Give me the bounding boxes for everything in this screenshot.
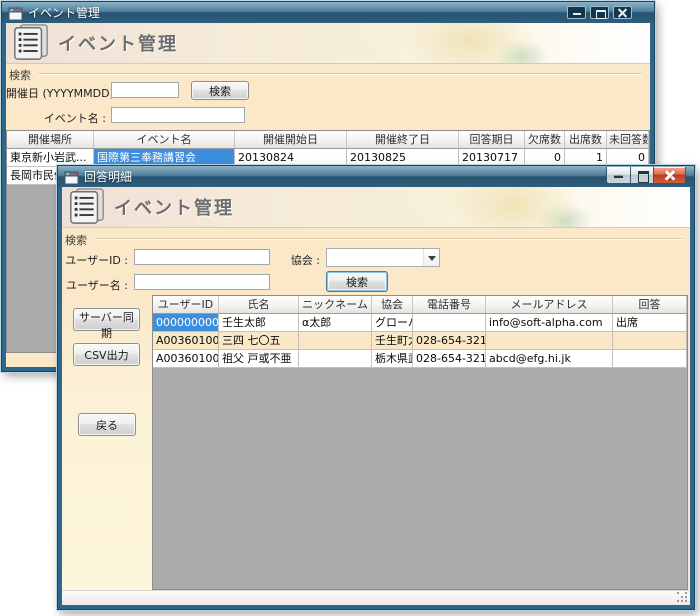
grid-cell[interactable]: 028-654-3210 — [413, 350, 486, 368]
grid-cell[interactable]: α太郎 — [299, 314, 372, 332]
maximize-icon[interactable] — [630, 167, 654, 184]
answer-row: A00360100072 三四 七〇五 壬生町太... 028-654-3210 — [153, 332, 687, 350]
col-header-start-date[interactable]: 開催開始日 — [235, 131, 347, 148]
association-selected-value — [327, 249, 423, 266]
col-header-association[interactable]: 協会 — [372, 296, 413, 313]
grid-cell[interactable] — [486, 332, 613, 350]
front-window-titlebar[interactable]: 回答明細 — [58, 166, 694, 187]
front-window-client: イベント管理 検索 ユーザーID : 協会 : ユーザー名 : 検索 サーバー同… — [62, 187, 690, 605]
user-name-input[interactable] — [134, 274, 270, 290]
event-name-label: イベント名 : — [6, 110, 106, 126]
association-combobox[interactable] — [326, 248, 440, 267]
col-header-no-answer-count[interactable]: 未回答数 — [607, 131, 649, 148]
csv-export-button[interactable]: CSV出力 — [73, 343, 140, 366]
col-header-email[interactable]: メールアドレス — [486, 296, 613, 313]
desktop: イベント管理 イ — [0, 0, 700, 616]
event-name-input[interactable] — [111, 107, 245, 123]
back-button[interactable]: 戻る — [78, 413, 136, 436]
grid-cell[interactable]: 028-654-3210 — [413, 332, 486, 350]
close-icon[interactable] — [613, 6, 632, 19]
minimize-icon[interactable] — [606, 167, 630, 184]
col-header-nickname[interactable]: ニックネーム — [299, 296, 372, 313]
col-header-attend-count[interactable]: 出席数 — [565, 131, 607, 148]
grid-cell[interactable]: 栃木県武... — [372, 350, 413, 368]
grid-cell[interactable]: info@soft-alpha.com — [486, 314, 613, 332]
answers-grid: ユーザーID 氏名 ニックネーム 協会 電話番号 メールアドレス 回答 0000… — [152, 295, 688, 590]
groupbox-line — [38, 73, 642, 75]
grid-cell[interactable] — [613, 332, 687, 350]
search-group-label: 検索 — [65, 232, 87, 248]
user-id-label: ユーザーID : — [62, 252, 128, 268]
search-button[interactable]: 検索 — [191, 81, 249, 100]
chevron-down-icon[interactable] — [423, 249, 439, 266]
col-header-phone[interactable]: 電話番号 — [413, 296, 486, 313]
grid-cell[interactable]: 壬生町太... — [372, 332, 413, 350]
col-header-end-date[interactable]: 開催終了日 — [347, 131, 459, 148]
notebook-list-icon — [12, 23, 50, 65]
col-header-name[interactable]: 氏名 — [219, 296, 299, 313]
server-sync-button[interactable]: サーバー同期 — [73, 308, 140, 331]
grid-cell[interactable]: 出席 — [613, 314, 687, 332]
search-group-label: 検索 — [9, 67, 31, 83]
resize-grip-icon[interactable] — [677, 592, 688, 603]
front-window-title: 回答明細 — [84, 168, 132, 185]
grid-cell[interactable]: A00360100073 — [153, 350, 219, 368]
grid-cell[interactable] — [413, 314, 486, 332]
grid-cell[interactable]: 壬生太郎 — [219, 314, 299, 332]
grid-cell[interactable] — [299, 332, 372, 350]
answer-row: A00360100073 祖父 戸或不亜 栃木県武... 028-654-321… — [153, 350, 687, 368]
user-name-label: ユーザー名 : — [62, 277, 128, 293]
grid-cell[interactable]: グローバル... — [372, 314, 413, 332]
groupbox-line — [96, 238, 682, 240]
col-header-user-id[interactable]: ユーザーID — [153, 296, 219, 313]
page-title: イベント管理 — [114, 194, 234, 220]
col-header-venue[interactable]: 開催場所 — [7, 131, 94, 148]
status-bar — [62, 590, 690, 605]
col-header-reply-due[interactable]: 回答期日 — [459, 131, 525, 148]
maximize-icon[interactable] — [590, 6, 609, 19]
header-banner: イベント管理 — [62, 187, 690, 228]
event-date-input[interactable] — [111, 82, 179, 98]
grid-cell[interactable]: abcd@efg.hi.jk — [486, 350, 613, 368]
notebook-list-icon — [68, 187, 106, 229]
window-form-icon — [8, 6, 23, 20]
back-window-titlebar[interactable]: イベント管理 — [2, 2, 654, 23]
back-window-title: イベント管理 — [28, 4, 100, 21]
col-header-event-name[interactable]: イベント名 — [94, 131, 235, 148]
user-id-input[interactable] — [134, 249, 270, 265]
col-header-answer[interactable]: 回答 — [613, 296, 687, 313]
page-title: イベント管理 — [58, 30, 178, 56]
search-button[interactable]: 検索 — [326, 271, 388, 292]
grid-cell[interactable]: 三四 七〇五 — [219, 332, 299, 350]
grid-cell[interactable]: 祖父 戸或不亜 — [219, 350, 299, 368]
answer-detail-window: 回答明細 イベント管理 — [57, 165, 695, 610]
grid-cell[interactable]: A00360100072 — [153, 332, 219, 350]
col-header-absent-count[interactable]: 欠席数 — [525, 131, 565, 148]
association-label: 協会 : — [258, 252, 320, 268]
grid-cell-selected[interactable]: 000000000001 — [153, 314, 219, 332]
event-date-label: 開催日 (YYYYMMDD) : — [6, 85, 106, 101]
answer-row: 000000000001 壬生太郎 α太郎 グローバル... info@soft… — [153, 314, 687, 332]
close-icon[interactable] — [654, 167, 686, 184]
grid-cell[interactable] — [613, 350, 687, 368]
minimize-icon[interactable] — [567, 6, 586, 19]
window-form-icon — [64, 170, 79, 184]
header-banner: イベント管理 — [6, 23, 650, 64]
grid-cell[interactable] — [299, 350, 372, 368]
